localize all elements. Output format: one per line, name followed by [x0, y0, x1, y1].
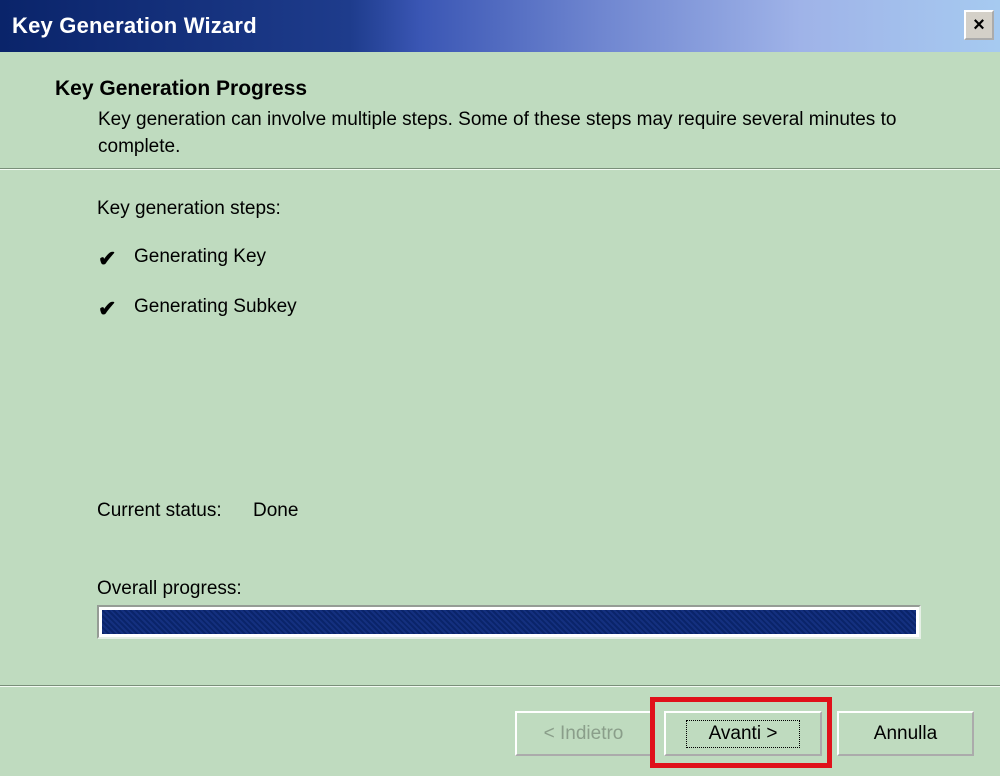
- close-button[interactable]: ×: [964, 10, 994, 40]
- step-label: Generating Subkey: [134, 296, 297, 317]
- progress-fill: [102, 610, 916, 634]
- window-title: Key Generation Wizard: [12, 13, 257, 38]
- close-icon: ×: [973, 14, 985, 36]
- title-bar: Key Generation Wizard ×: [0, 0, 1000, 52]
- header-subtitle: Key generation can involve multiple step…: [98, 109, 897, 157]
- cancel-button-label: Annulla: [873, 722, 938, 744]
- header-separator: [0, 168, 1000, 170]
- step-label: Generating Key: [134, 246, 267, 267]
- next-button[interactable]: Avanti >: [664, 711, 822, 756]
- overall-progress-bar: [97, 605, 921, 639]
- header-title: Key Generation Progress: [55, 77, 308, 100]
- footer-separator: [0, 685, 1000, 687]
- back-button[interactable]: < Indietro: [515, 711, 652, 756]
- checkmark-icon: ✔: [98, 246, 117, 271]
- back-button-label: < Indietro: [543, 722, 624, 744]
- steps-heading: Key generation steps:: [97, 198, 281, 219]
- status-label: Current status:: [97, 500, 222, 521]
- next-button-label: Avanti >: [685, 719, 801, 748]
- status-value: Done: [253, 500, 299, 521]
- cancel-button[interactable]: Annulla: [837, 711, 974, 756]
- checkmark-icon: ✔: [98, 296, 117, 321]
- progress-label: Overall progress:: [97, 578, 242, 599]
